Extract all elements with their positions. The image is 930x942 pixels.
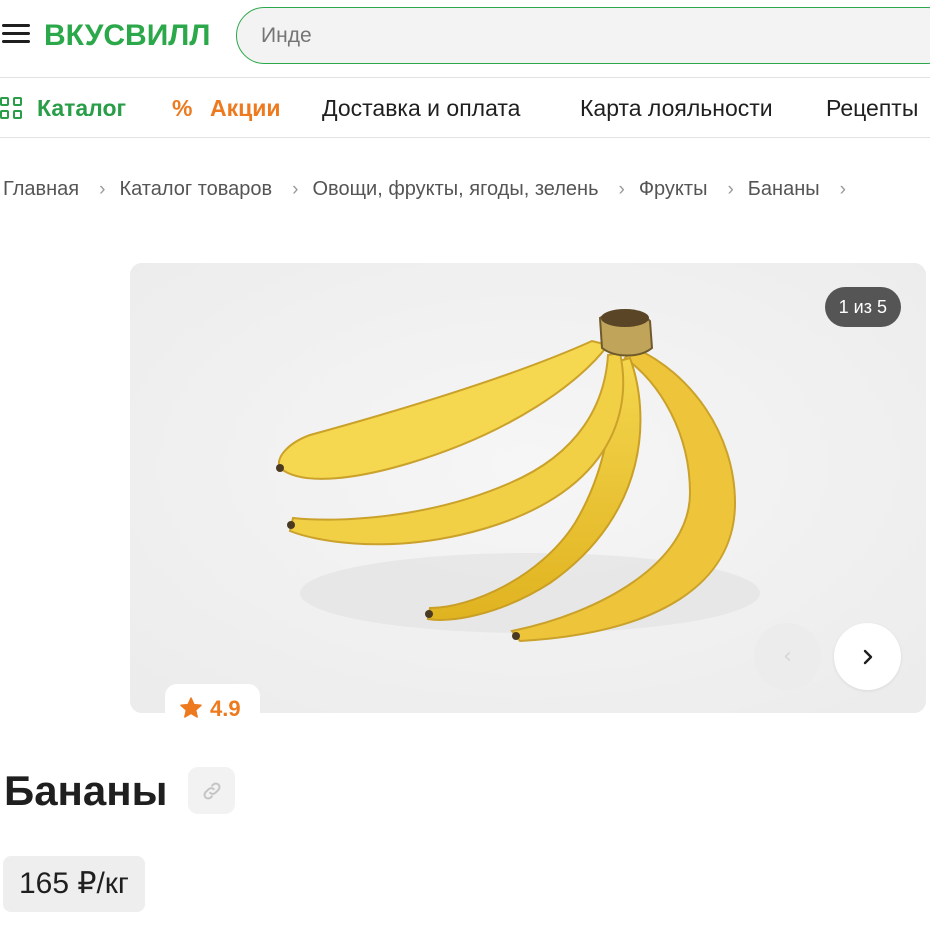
nav-loyalty[interactable]: Карта лояльности [580,92,773,124]
chevron-left-icon: ‹ [783,644,792,669]
breadcrumb: Главная › Каталог товаров › Овощи, фрукты, я… [3,178,860,208]
rating-badge: 4.9 [165,684,260,730]
nav-divider [0,137,930,138]
breadcrumb-home[interactable]: Главная [3,178,79,200]
header: ВКУСВИЛЛ [0,0,930,76]
catalog-grid-icon [0,97,22,119]
gallery-prev-button[interactable]: ‹ [754,623,821,690]
logo[interactable]: ВКУСВИЛЛ [44,16,210,56]
gallery-next-button[interactable] [834,623,901,690]
nav-promo[interactable]: % Акции [172,92,281,124]
chevron-right-icon: › [727,179,734,200]
star-icon [180,697,202,718]
main-nav: Каталог % Акции Доставка и оплата Карта л… [0,78,930,136]
nav-delivery[interactable]: Доставка и оплата [322,92,520,124]
breadcrumb-catalog[interactable]: Каталог товаров [119,178,272,200]
menu-icon[interactable] [2,24,30,46]
nav-catalog[interactable]: Каталог [0,92,126,124]
chevron-right-icon: › [292,179,299,200]
breadcrumb-bananas[interactable]: Бананы [748,178,820,200]
product-gallery[interactable]: 1 из 5 ‹ [130,263,926,713]
product-title: Бананы [4,767,168,814]
breadcrumb-vegetables[interactable]: Овощи, фрукты, ягоды, зелень [313,178,599,200]
search-input[interactable] [236,7,930,64]
breadcrumb-fruits[interactable]: Фрукты [639,178,708,200]
nav-promo-label: Акции [210,95,281,121]
copy-link-button[interactable] [188,767,235,814]
rating-value: 4.9 [210,696,241,721]
percent-icon: % [172,95,193,121]
chevron-right-icon [863,649,872,664]
chevron-right-icon: › [839,179,846,200]
chevron-right-icon: › [618,179,625,200]
image-counter: 1 из 5 [824,287,901,327]
nav-catalog-label: Каталог [37,95,127,121]
link-icon [203,782,220,799]
nav-recipes[interactable]: Рецепты [826,92,918,124]
product-price: 165 ₽/кг [3,856,145,912]
chevron-right-icon: › [99,179,106,200]
